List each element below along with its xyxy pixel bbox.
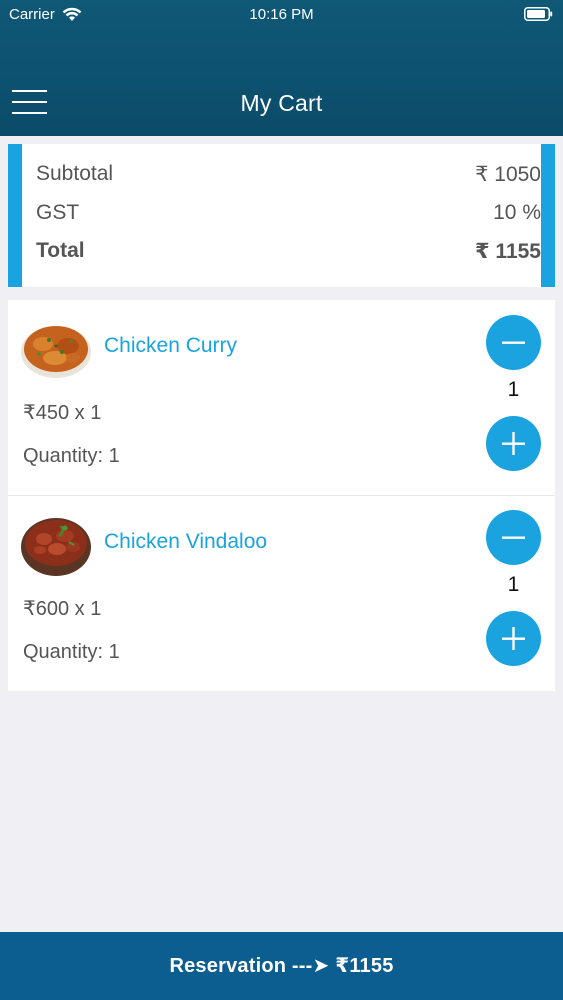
plus-icon [502, 627, 525, 650]
chicken-curry-image [21, 316, 91, 382]
decrease-quantity-button[interactable] [486, 510, 541, 565]
gst-row: GST 10 % [36, 201, 541, 225]
item-quantity: Quantity: 1 [23, 641, 120, 663]
total-row: Total ₹ 1155 [36, 239, 541, 264]
item-name[interactable]: Chicken Vindaloo [104, 530, 267, 554]
item-price: ₹450 x 1 [23, 402, 102, 424]
status-time: 10:16 PM [249, 6, 314, 23]
cart-item: Chicken Vindaloo ₹600 x 1 Quantity: 1 1 [8, 496, 555, 691]
subtotal-label: Subtotal [36, 162, 114, 185]
quantity-count: 1 [507, 573, 520, 596]
cart-summary: Subtotal ₹ 1050 GST 10 % Total ₹ 1155 [8, 144, 555, 287]
quantity-count: 1 [507, 378, 520, 401]
gst-label: GST [36, 201, 80, 224]
increase-quantity-button[interactable] [486, 611, 541, 666]
minus-icon [502, 341, 525, 344]
item-name[interactable]: Chicken Curry [104, 334, 237, 358]
minus-icon [502, 536, 525, 539]
subtotal-value: ₹ 1050 [475, 163, 541, 186]
reservation-button[interactable]: Reservation ---➤ ₹1155 [0, 932, 563, 1000]
reservation-label: Reservation ---➤ ₹1155 [169, 954, 394, 977]
cart-item: Chicken Curry ₹450 x 1 Quantity: 1 1 [8, 300, 555, 495]
page-title: My Cart [240, 90, 323, 116]
status-bar: Carrier 10:16 PM [0, 0, 563, 32]
plus-icon [502, 432, 525, 455]
total-label: Total [36, 239, 85, 262]
nav-header: Carrier 10:16 PM My Cart [0, 0, 563, 136]
chicken-vindaloo-image [21, 512, 91, 578]
battery-icon [524, 7, 553, 21]
item-price: ₹600 x 1 [23, 598, 102, 620]
item-quantity: Quantity: 1 [23, 445, 120, 467]
decrease-quantity-button[interactable] [486, 315, 541, 370]
subtotal-row: Subtotal ₹ 1050 [36, 162, 541, 187]
gst-value: 10 % [493, 201, 541, 224]
increase-quantity-button[interactable] [486, 416, 541, 471]
total-value: ₹ 1155 [474, 240, 541, 263]
